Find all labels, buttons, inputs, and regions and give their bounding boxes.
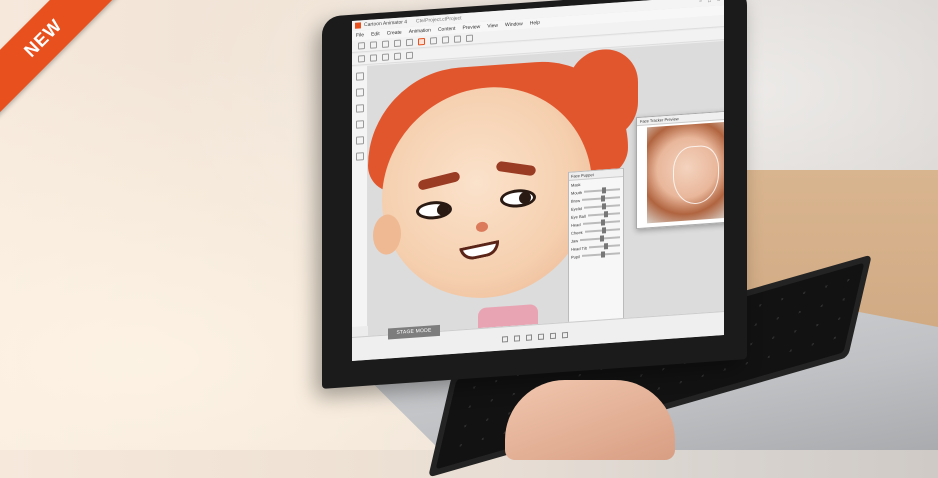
play-icon[interactable] [526, 333, 532, 341]
loop-icon[interactable] [562, 331, 568, 338]
face-row-slider[interactable] [588, 244, 620, 249]
align-icon[interactable] [370, 54, 377, 62]
save-icon[interactable] [382, 40, 389, 48]
move-icon[interactable] [442, 36, 449, 44]
face-row-slider[interactable] [584, 188, 620, 193]
grid-icon[interactable] [394, 52, 401, 61]
menu-content[interactable]: Content [438, 26, 456, 33]
stage-canvas[interactable]: Face Puppet Mask Mouth Brow Eyelid Eye B… [368, 40, 724, 336]
motion-icon[interactable] [355, 120, 364, 129]
undo-icon[interactable] [394, 39, 401, 48]
face-icon[interactable] [355, 104, 364, 113]
menu-help[interactable]: Help [530, 20, 540, 27]
face-puppet-tab-label: Mask [571, 181, 581, 188]
face-row-label: Mouth [571, 189, 583, 196]
menu-preview[interactable]: Preview [462, 24, 480, 31]
close-button[interactable]: × [717, 0, 720, 3]
list-icon[interactable] [358, 55, 365, 63]
person-icon[interactable] [355, 72, 364, 81]
cursor-icon[interactable] [430, 37, 437, 45]
next-frame-icon[interactable] [538, 333, 544, 340]
minimize-button[interactable]: − [699, 0, 702, 5]
app-logo-icon [355, 22, 361, 29]
face-row-slider[interactable] [581, 252, 620, 257]
layer-icon[interactable] [382, 53, 389, 61]
face-row-label: Head [571, 221, 581, 228]
bone-icon[interactable] [355, 88, 364, 97]
face-row-label: Brow [571, 197, 581, 204]
character-ponytail [568, 47, 638, 142]
scene-icon[interactable] [355, 152, 364, 161]
face-row-slider[interactable] [582, 220, 620, 225]
prop-icon[interactable] [355, 136, 364, 145]
face-tracker-preview[interactable]: Face Tracker Preview [636, 110, 724, 230]
face-row-label: Pupil [571, 253, 580, 260]
menu-edit[interactable]: Edit [371, 31, 380, 38]
face-row-label: Jaw [571, 237, 579, 244]
face-mesh-overlay [673, 144, 719, 206]
face-key-icon[interactable] [418, 37, 425, 46]
file-icon[interactable] [358, 42, 365, 50]
play-end-icon[interactable] [550, 332, 556, 339]
right-pupil [519, 191, 531, 205]
window-controls: − □ × [699, 0, 720, 5]
maximize-button[interactable]: □ [708, 0, 711, 4]
left-pupil [437, 203, 449, 217]
user-hand [505, 380, 675, 460]
menu-create[interactable]: Create [387, 30, 402, 37]
face-row-label: Eyelid [571, 205, 582, 212]
face-row-slider[interactable] [584, 228, 620, 233]
folder-icon[interactable] [370, 41, 377, 49]
laptop-screen: Cartoon Animator 4 Cte/Project.ctProject… [352, 0, 724, 362]
play-start-icon[interactable] [502, 335, 508, 343]
face-row-slider[interactable] [582, 196, 620, 201]
menu-file[interactable]: File [356, 32, 364, 39]
prev-frame-icon[interactable] [514, 334, 520, 342]
rotate-icon[interactable] [454, 35, 461, 43]
menu-view[interactable]: View [487, 23, 498, 30]
face-row-label: Eye Ball [571, 213, 586, 220]
face-puppet-panel: Face Puppet Mask Mouth Brow Eyelid Eye B… [568, 167, 624, 324]
left-tool-panel [352, 65, 368, 328]
scale-icon[interactable] [466, 34, 473, 43]
face-row-label: Head Tilt [571, 245, 587, 252]
webcam-photo [647, 121, 724, 224]
redo-icon[interactable] [406, 38, 413, 47]
camera-icon[interactable] [406, 51, 413, 60]
menu-animation[interactable]: Animation [409, 27, 431, 35]
face-row-slider[interactable] [580, 236, 620, 242]
menu-window[interactable]: Window [505, 21, 523, 28]
face-row-slider[interactable] [583, 204, 620, 209]
face-row-label: Cheek [571, 229, 583, 236]
face-row-slider[interactable] [587, 212, 620, 217]
